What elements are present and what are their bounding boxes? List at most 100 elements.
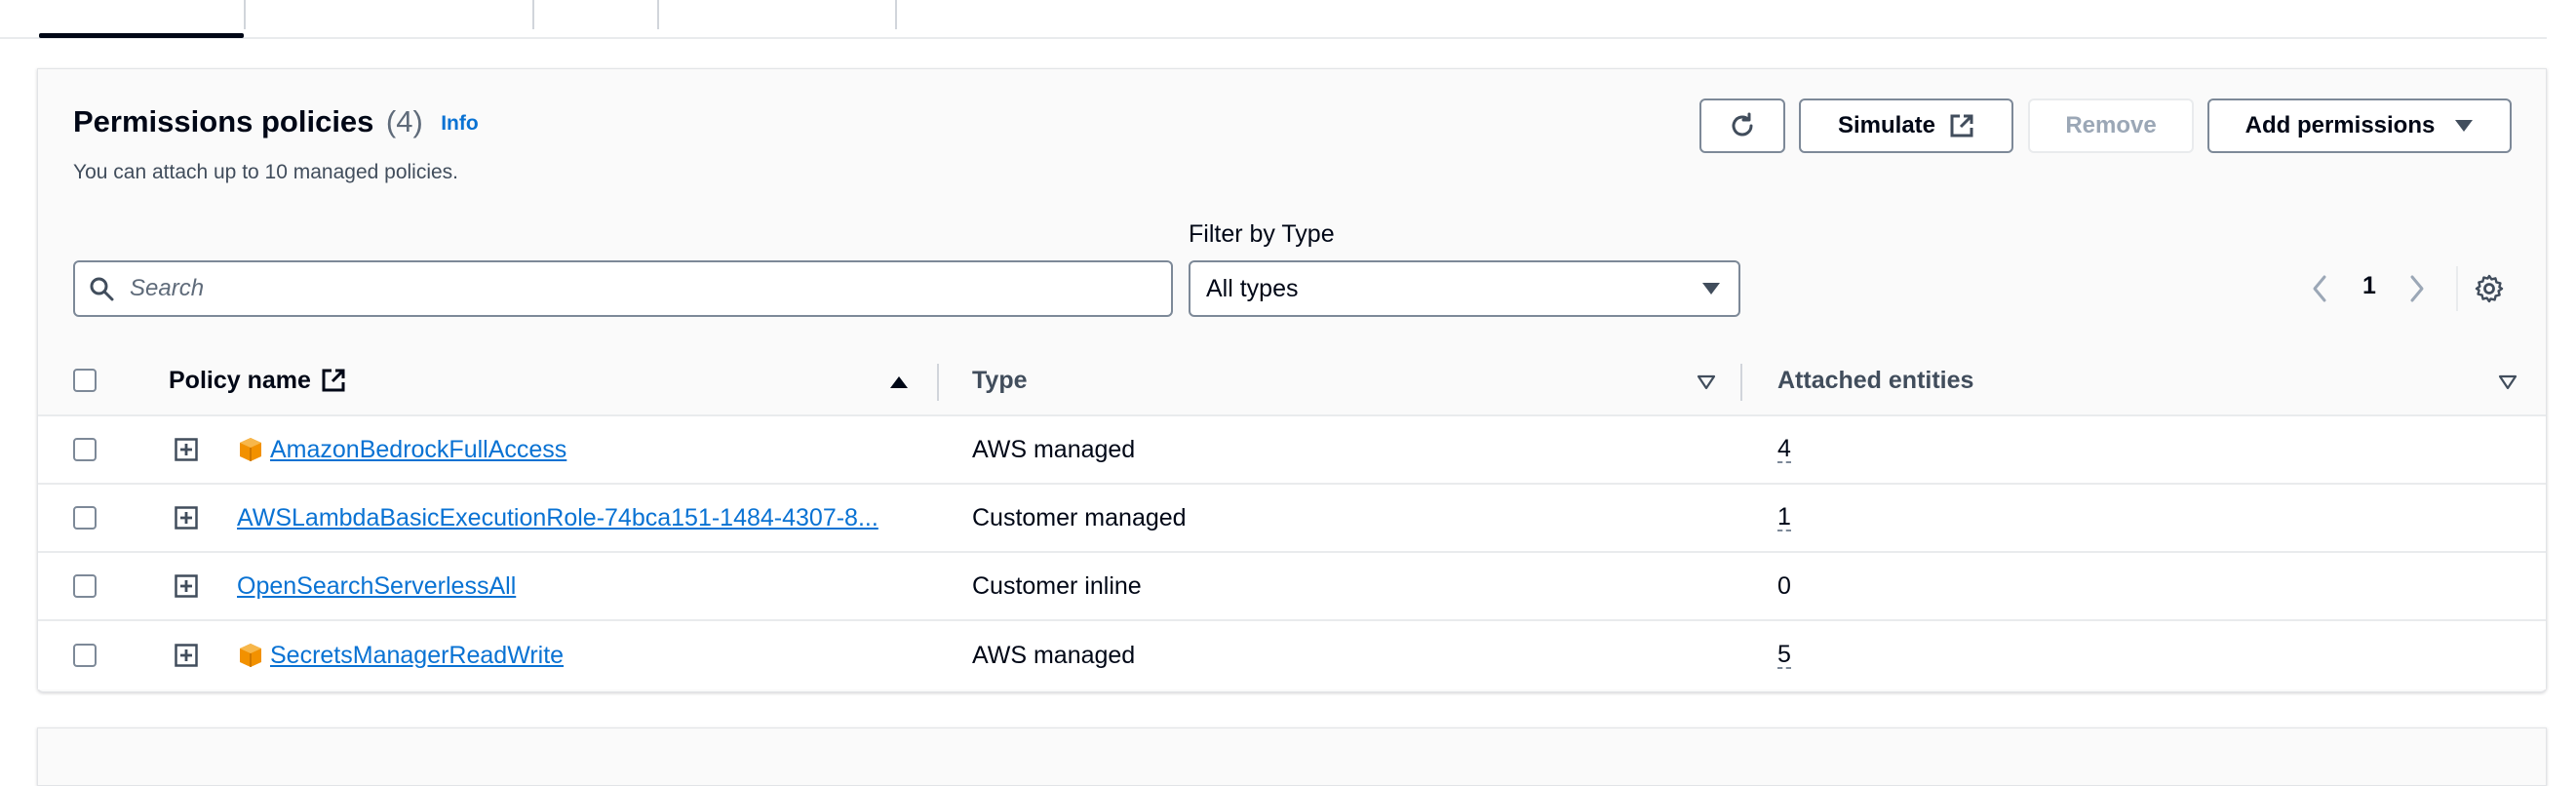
policy-count: (4) — [385, 104, 423, 138]
caret-down-icon — [2455, 120, 2474, 132]
table-settings-button[interactable] — [2474, 264, 2505, 313]
policy-name-header: Policy name — [169, 366, 311, 394]
policy-type: Customer managed — [972, 503, 1187, 531]
previous-page-button[interactable] — [2310, 264, 2329, 313]
simulate-button[interactable]: Simulate — [1799, 98, 2013, 153]
expand-row-icon[interactable] — [175, 506, 198, 530]
search-input[interactable] — [128, 274, 1103, 303]
attached-entities-count: 0 — [1777, 572, 1791, 600]
type-cell: AWS managed — [972, 621, 1135, 689]
policy-name-cell: SecretsManagerReadWrite — [237, 621, 564, 689]
caret-down-icon — [1702, 283, 1720, 295]
next-page-button[interactable] — [2407, 264, 2427, 313]
policy-type: AWS managed — [972, 435, 1136, 463]
expand-row-icon[interactable] — [175, 438, 198, 461]
column-divider — [937, 364, 939, 401]
policy-name-link[interactable]: SecretsManagerReadWrite — [270, 642, 564, 670]
type-filter-value: All types — [1206, 274, 1299, 302]
table-row[interactable]: SecretsManagerReadWrite AWS managed 5 — [38, 621, 2546, 689]
table-row[interactable]: OpenSearchServerlessAll Customer inline … — [38, 553, 2546, 621]
header-checkbox-cell — [73, 346, 97, 414]
expand-cell — [175, 621, 198, 689]
tab-divider — [532, 0, 534, 29]
attached-entities-header: Attached entities — [1777, 366, 1974, 394]
chevron-right-icon — [2410, 275, 2424, 302]
policy-type: AWS managed — [972, 641, 1136, 669]
tab-divider — [244, 0, 246, 29]
search-field[interactable] — [73, 260, 1173, 317]
expand-cell — [175, 485, 198, 551]
row-checkbox[interactable] — [73, 644, 97, 667]
expand-cell — [175, 416, 198, 483]
policy-name-cell: OpenSearchServerlessAll — [237, 553, 516, 619]
chevron-left-icon — [2313, 275, 2326, 302]
remove-button[interactable]: Remove — [2028, 98, 2194, 153]
external-link-icon — [322, 369, 345, 392]
row-checkbox-cell — [73, 621, 97, 689]
sort-unsorted-icon[interactable] — [2493, 368, 2522, 397]
header-policy-name[interactable]: Policy name — [169, 346, 346, 414]
info-link[interactable]: Info — [441, 112, 478, 136]
table-row[interactable]: AWSLambdaBasicExecutionRole-74bca151-148… — [38, 485, 2546, 553]
aws-managed-icon — [240, 438, 261, 461]
gear-icon — [2475, 274, 2504, 303]
row-checkbox[interactable] — [73, 438, 97, 461]
row-checkbox-cell — [73, 485, 97, 551]
pager-divider — [2456, 266, 2458, 311]
sort-ascending-icon[interactable] — [884, 368, 914, 397]
attached-entities-count[interactable]: 1 — [1777, 504, 1791, 531]
sort-unsorted-icon[interactable] — [1692, 368, 1721, 397]
table-header: Policy name Type Attached entities — [38, 346, 2546, 416]
header-type[interactable]: Type — [972, 346, 1028, 414]
header-attached-entities[interactable]: Attached entities — [1777, 346, 1973, 414]
column-divider — [1740, 364, 1742, 401]
external-link-icon — [1950, 114, 1973, 138]
panel-description: You can attach up to 10 managed policies… — [73, 161, 459, 183]
panel-header: Permissions policies (4) Info — [73, 104, 479, 139]
add-permissions-label: Add permissions — [2244, 112, 2436, 138]
refresh-icon — [1732, 112, 1753, 137]
row-checkbox-cell — [73, 416, 97, 483]
entities-cell: 0 — [1777, 553, 1791, 619]
panel-title: Permissions policies — [73, 104, 374, 138]
policy-type: Customer inline — [972, 571, 1142, 600]
policy-name-cell: AWSLambdaBasicExecutionRole-74bca151-148… — [237, 485, 878, 551]
policy-name-link[interactable]: AmazonBedrockFullAccess — [270, 436, 566, 464]
policy-name-link[interactable]: AWSLambdaBasicExecutionRole-74bca151-148… — [237, 504, 878, 532]
attached-entities-count[interactable]: 5 — [1777, 642, 1791, 669]
type-filter-select[interactable]: All types — [1189, 260, 1740, 317]
type-cell: Customer inline — [972, 553, 1142, 619]
select-all-checkbox[interactable] — [73, 369, 97, 392]
active-tab-indicator — [39, 33, 244, 38]
policies-table: Policy name Type Attached entities Amazo… — [38, 346, 2546, 689]
type-header: Type — [972, 366, 1028, 394]
search-icon — [90, 277, 114, 301]
row-checkbox-cell — [73, 553, 97, 619]
add-permissions-button[interactable]: Add permissions — [2207, 98, 2512, 153]
remove-label: Remove — [2065, 112, 2157, 138]
tab-strip — [0, 0, 2547, 39]
row-checkbox[interactable] — [73, 574, 97, 598]
row-checkbox[interactable] — [73, 506, 97, 530]
simulate-label: Simulate — [1837, 112, 1936, 138]
type-cell: Customer managed — [972, 485, 1187, 551]
permissions-policies-panel: Permissions policies (4) Info You can at… — [37, 68, 2547, 692]
entities-cell: 5 — [1777, 621, 1791, 689]
attached-entities-count[interactable]: 4 — [1777, 436, 1791, 463]
next-panel — [37, 727, 2547, 786]
entities-cell: 1 — [1777, 485, 1791, 551]
tab-divider — [657, 0, 659, 29]
expand-row-icon[interactable] — [175, 574, 198, 598]
policy-name-link[interactable]: OpenSearchServerlessAll — [237, 572, 516, 601]
entities-cell: 4 — [1777, 416, 1791, 483]
policy-name-cell: AmazonBedrockFullAccess — [237, 416, 566, 483]
filter-by-type-label: Filter by Type — [1189, 220, 1335, 248]
expand-row-icon[interactable] — [175, 644, 198, 667]
table-row[interactable]: AmazonBedrockFullAccess AWS managed 4 — [38, 416, 2546, 485]
aws-managed-icon — [240, 644, 261, 667]
type-cell: AWS managed — [972, 416, 1135, 483]
current-page-number[interactable]: 1 — [2362, 272, 2376, 300]
tab-divider — [895, 0, 897, 29]
refresh-button[interactable] — [1699, 98, 1785, 153]
expand-cell — [175, 553, 198, 619]
